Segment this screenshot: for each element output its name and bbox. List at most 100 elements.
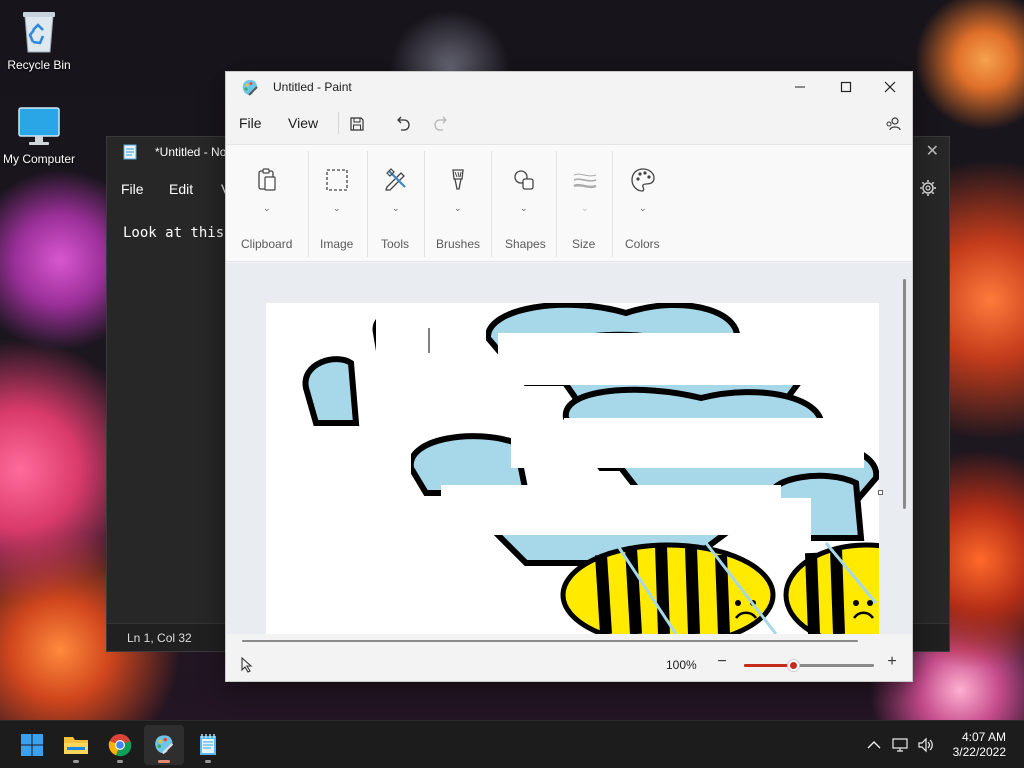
account-button[interactable] bbox=[880, 112, 906, 136]
ribbon-group-brushes[interactable]: ⌄ Brushes bbox=[425, 145, 491, 263]
chevron-down-icon: ⌄ bbox=[639, 203, 647, 213]
save-icon bbox=[350, 117, 364, 131]
paint-menu-view[interactable]: View bbox=[288, 115, 318, 131]
gear-icon[interactable] bbox=[919, 179, 937, 197]
ribbon-group-tools[interactable]: ⌄ Tools bbox=[368, 145, 424, 263]
paint-titlebar[interactable]: Untitled - Paint bbox=[226, 72, 912, 102]
paint-icon bbox=[155, 735, 174, 755]
close-button[interactable] bbox=[867, 72, 913, 102]
palette-icon bbox=[631, 168, 655, 192]
paint-ribbon: ⌄ Clipboard ⌄ Image ⌄ Tools ⌄ Brushes ⌄ … bbox=[226, 144, 912, 262]
undo-icon bbox=[397, 116, 410, 131]
maximize-icon bbox=[840, 81, 852, 93]
close-icon[interactable]: ✕ bbox=[926, 141, 939, 161]
ribbon-label: Brushes bbox=[436, 237, 481, 251]
chevron-down-icon: ⌄ bbox=[263, 203, 271, 213]
folder-icon bbox=[64, 737, 88, 754]
taskbar-paint[interactable] bbox=[144, 725, 184, 765]
ribbon-label: Clipboard bbox=[241, 237, 293, 251]
brush-icon bbox=[452, 169, 464, 190]
computer-monitor-icon bbox=[18, 107, 60, 145]
undo-button[interactable] bbox=[389, 112, 415, 136]
paint-menubar: File View bbox=[226, 106, 912, 140]
network-icon bbox=[892, 738, 908, 752]
paint-menu-file[interactable]: File bbox=[239, 115, 262, 131]
chrome-icon bbox=[108, 734, 132, 757]
network-status[interactable] bbox=[891, 735, 911, 755]
canvas-workspace[interactable] bbox=[226, 263, 912, 634]
close-icon bbox=[884, 81, 896, 93]
chevron-down-icon: ⌄ bbox=[333, 203, 341, 213]
zoom-in-button[interactable]: + bbox=[884, 653, 900, 671]
horizontal-scrollbar[interactable] bbox=[242, 640, 858, 642]
drawing-canvas[interactable] bbox=[266, 303, 879, 634]
ribbon-group-clipboard[interactable]: ⌄ Clipboard bbox=[226, 145, 308, 263]
taskbar-file-explorer[interactable] bbox=[56, 725, 96, 765]
show-hidden-icons-button[interactable] bbox=[864, 735, 884, 755]
clock-time: 4:07 AM bbox=[961, 730, 1006, 744]
recycle-bin-icon bbox=[23, 12, 55, 53]
minimize-icon bbox=[795, 86, 805, 88]
cursor-position: Ln 1, Col 32 bbox=[127, 631, 192, 645]
paint-icon bbox=[242, 80, 258, 96]
notepad-text-area[interactable]: Look at this. bbox=[123, 225, 233, 241]
taskbar-notepad[interactable] bbox=[188, 725, 228, 765]
clock-date: 3/22/2022 bbox=[952, 745, 1006, 759]
volume-icon bbox=[918, 737, 933, 753]
desktop-icon-label: Recycle Bin bbox=[7, 58, 71, 72]
ribbon-group-shapes[interactable]: ⌄ Shapes bbox=[492, 145, 556, 263]
chevron-down-icon: ⌄ bbox=[454, 203, 462, 213]
minimize-button[interactable] bbox=[777, 72, 823, 102]
menubar-divider bbox=[338, 112, 339, 134]
ribbon-label: Tools bbox=[381, 237, 410, 251]
running-indicator bbox=[73, 760, 79, 763]
ribbon-group-size[interactable]: ⌄ Size bbox=[557, 145, 612, 263]
account-icon bbox=[886, 117, 901, 131]
bee-drawing bbox=[302, 303, 879, 634]
zoom-slider-thumb[interactable] bbox=[787, 659, 801, 672]
redo-button[interactable] bbox=[429, 112, 455, 136]
desktop-icon-recycle-bin[interactable]: Recycle Bin bbox=[0, 8, 79, 72]
pencil-tools-icon bbox=[385, 168, 406, 191]
notepad-icon bbox=[123, 144, 137, 160]
canvas-resize-handle[interactable] bbox=[878, 490, 883, 495]
select-rectangle-icon bbox=[326, 169, 348, 191]
paint-statusbar: 100% − + bbox=[226, 649, 912, 681]
desktop-icon-my-computer[interactable]: My Computer bbox=[0, 106, 79, 166]
save-button[interactable] bbox=[344, 112, 370, 136]
active-indicator bbox=[158, 760, 170, 763]
zoom-slider[interactable] bbox=[744, 659, 874, 672]
taskbar: 4:07 AM 3/22/2022 bbox=[0, 720, 1024, 768]
taskbar-chrome[interactable] bbox=[100, 725, 140, 765]
running-indicator bbox=[205, 760, 211, 763]
chevron-down-icon: ⌄ bbox=[520, 203, 528, 213]
system-clock[interactable]: 4:07 AM 3/22/2022 bbox=[953, 730, 1006, 760]
clipboard-icon bbox=[258, 168, 276, 191]
ribbon-label: Image bbox=[320, 237, 354, 251]
paint-window[interactable]: Untitled - Paint File View ⌄ Clipboard ⌄… bbox=[225, 71, 913, 682]
ribbon-label: Shapes bbox=[505, 237, 546, 251]
chevron-down-icon: ⌄ bbox=[581, 203, 589, 213]
notepad-menu-file[interactable]: File bbox=[121, 181, 144, 197]
zoom-out-button[interactable]: − bbox=[714, 653, 730, 671]
redo-icon bbox=[434, 116, 447, 131]
taskbar-start-button[interactable] bbox=[12, 725, 52, 765]
notepad-icon bbox=[200, 734, 216, 755]
shapes-icon bbox=[514, 170, 534, 190]
windows-start-icon bbox=[21, 734, 43, 756]
ribbon-label: Size bbox=[572, 237, 596, 251]
chevron-up-icon bbox=[867, 741, 881, 749]
chevron-down-icon: ⌄ bbox=[392, 203, 400, 213]
ribbon-label: Colors bbox=[625, 237, 660, 251]
volume-control[interactable] bbox=[916, 735, 936, 755]
paint-title: Untitled - Paint bbox=[273, 80, 352, 94]
stroke-size-icon bbox=[573, 173, 597, 189]
vertical-scrollbar[interactable] bbox=[903, 279, 906, 509]
ribbon-group-image[interactable]: ⌄ Image bbox=[309, 145, 367, 263]
maximize-button[interactable] bbox=[823, 72, 869, 102]
notepad-title: *Untitled - No bbox=[155, 145, 227, 159]
running-indicator bbox=[117, 760, 123, 763]
ribbon-group-colors[interactable]: ⌄ Colors bbox=[613, 145, 673, 263]
notepad-menu-edit[interactable]: Edit bbox=[169, 181, 193, 197]
zoom-level: 100% bbox=[666, 658, 697, 672]
